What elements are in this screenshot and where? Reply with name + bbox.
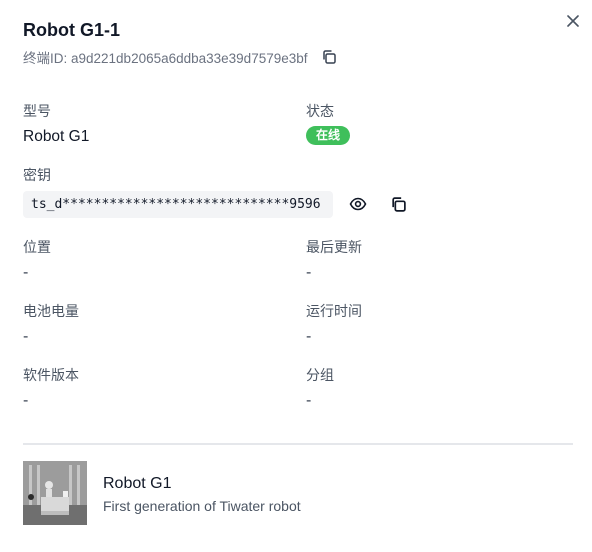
group-label: 分组 [306, 367, 334, 383]
location-label: 位置 [23, 239, 51, 255]
eye-icon [349, 197, 367, 211]
copy-secret-button[interactable] [387, 193, 409, 215]
close-icon [567, 15, 579, 27]
battery-label: 电池电量 [23, 303, 79, 319]
copy-terminal-id-button[interactable] [320, 48, 338, 66]
last-update-label: 最后更新 [306, 239, 362, 255]
robot-detail-panel: Robot G1-1 终端ID: a9d221db2065a6ddba33e39… [0, 0, 592, 552]
product-description: First generation of Tiwater robot [103, 498, 301, 514]
copy-icon [322, 50, 336, 64]
battery-value: - [23, 328, 29, 345]
copy-icon [391, 196, 406, 212]
status-badge: 在线 [306, 126, 351, 145]
uptime-label: 运行时间 [306, 303, 362, 319]
model-label: 型号 [23, 103, 51, 119]
terminal-id-row: 终端ID: a9d221db2065a6ddba33e39d7579e3bf [23, 47, 338, 67]
model-value: Robot G1 [23, 128, 90, 145]
secret-value: ts_d*****************************9596 [23, 191, 333, 218]
group-value: - [306, 392, 312, 409]
toggle-secret-visibility-button[interactable] [347, 193, 369, 215]
terminal-id-text: 终端ID: a9d221db2065a6ddba33e39d7579e3bf [23, 51, 308, 66]
last-update-value: - [306, 264, 312, 281]
product-image [23, 461, 87, 525]
divider [23, 443, 573, 445]
product-name: Robot G1 [103, 475, 172, 492]
close-button[interactable] [562, 10, 584, 32]
page-title: Robot G1-1 [23, 20, 120, 40]
secret-label: 密钥 [23, 167, 51, 183]
location-value: - [23, 264, 29, 281]
status-label: 状态 [306, 103, 334, 119]
software-version-label: 软件版本 [23, 367, 79, 383]
uptime-value: - [306, 328, 312, 345]
software-version-value: - [23, 392, 29, 409]
